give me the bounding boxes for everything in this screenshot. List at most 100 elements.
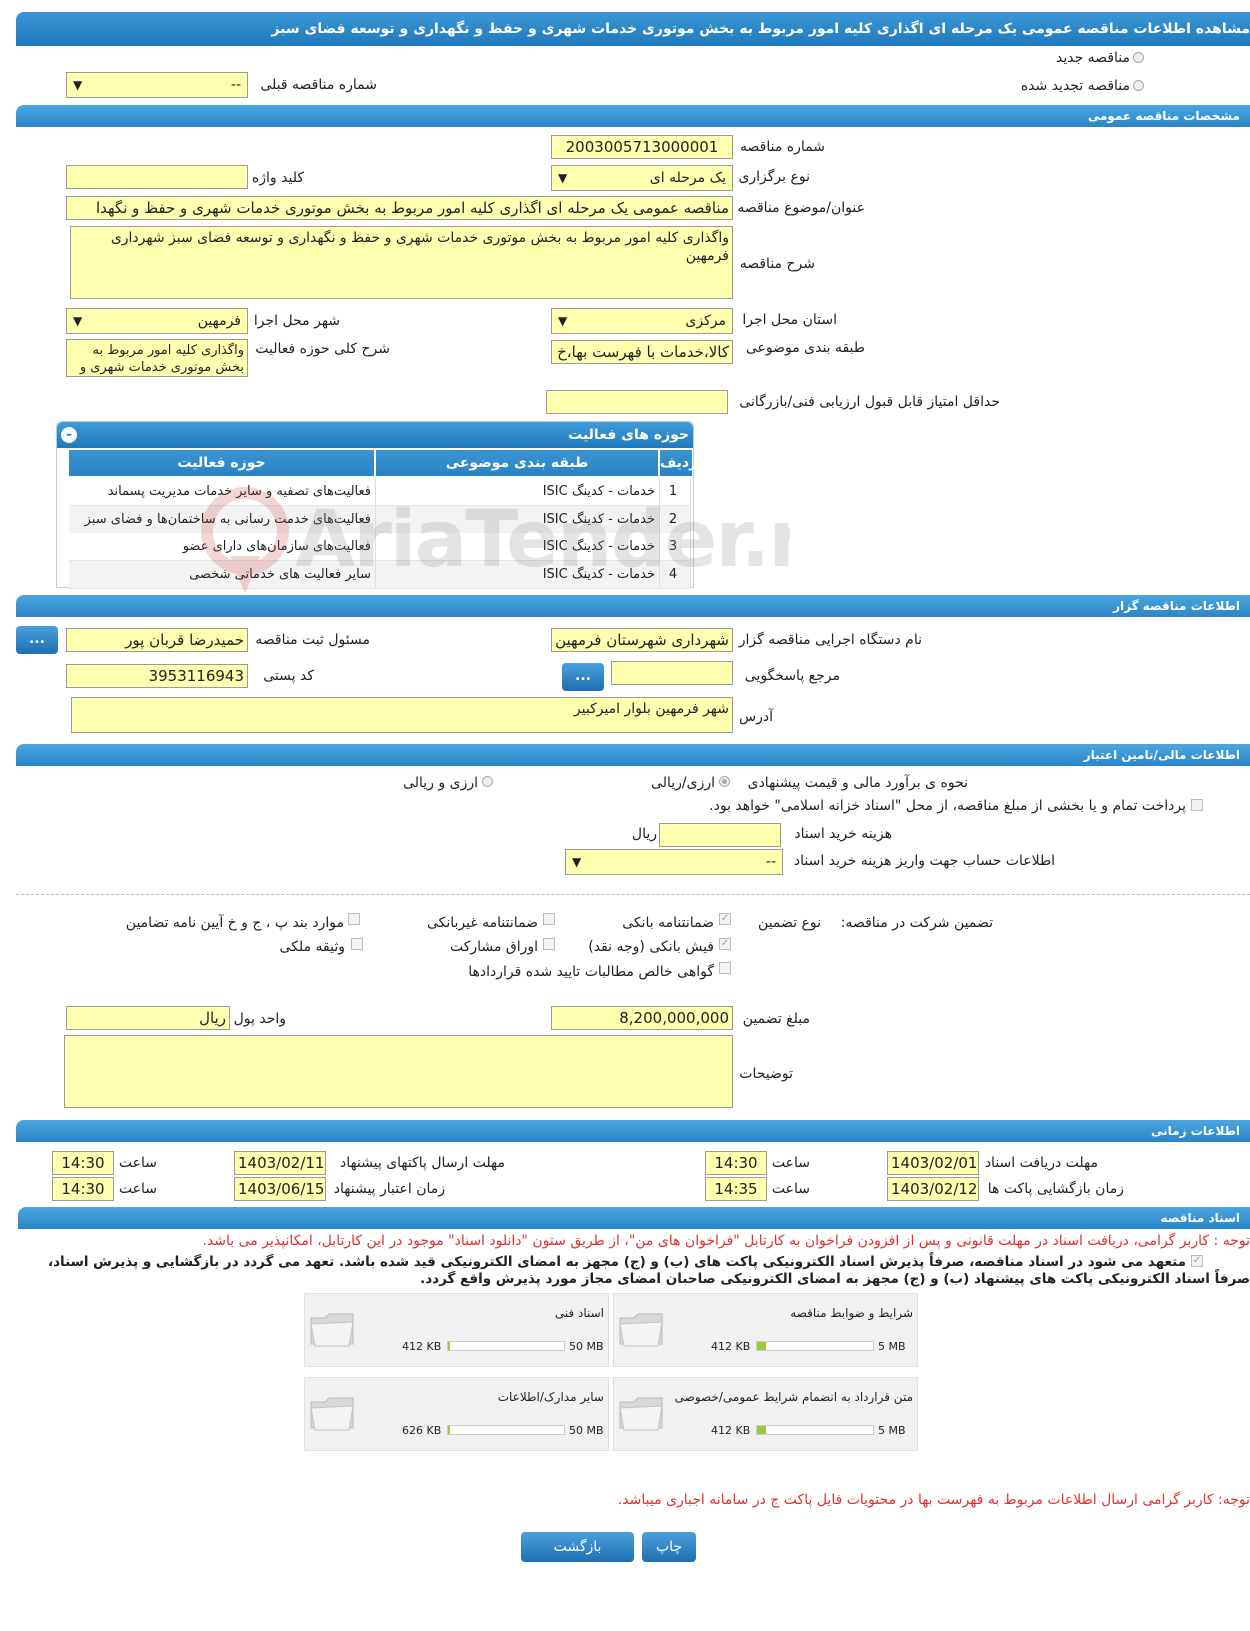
prev-number-select[interactable]: -- ▼ — [66, 72, 248, 98]
claims-certificate-checkbox[interactable] — [719, 962, 731, 974]
chevron-down-icon: ▼ — [73, 78, 83, 92]
opening-time[interactable]: 14:35 — [705, 1177, 767, 1201]
submit-deadline-label: مهلت ارسال پاکتهای پیشنهاد — [339, 1155, 505, 1171]
doc-deadline-time[interactable]: 14:30 — [705, 1151, 767, 1175]
bank-receipt-checkbox[interactable]: ✓ — [719, 938, 731, 950]
document-item[interactable]: اسناد فنی 412 KB 50 MB — [304, 1293, 609, 1367]
amount-field[interactable]: 8,200,000,000 — [551, 1006, 733, 1030]
account-select[interactable]: -- ▼ — [565, 849, 783, 875]
activity-area-cell: فعالیت‌های خدمت رسانی به ساختمان‌ها و فض… — [69, 505, 376, 533]
keyword-field[interactable] — [66, 165, 248, 189]
row-number-cell: 1 — [660, 478, 691, 505]
non-bank-guarantee-checkbox[interactable] — [543, 913, 555, 925]
pledge-checkbox[interactable]: ✓ — [1191, 1255, 1203, 1267]
treasury-checkbox[interactable] — [1191, 799, 1203, 811]
participation-bonds-label: اوراق مشارکت — [449, 939, 538, 955]
estimate-fx-radio[interactable] — [482, 776, 493, 787]
min-score-field[interactable] — [546, 390, 728, 414]
doc-deadline-date[interactable]: 1403/02/01 — [887, 1151, 979, 1175]
section-timing: اطلاعات زمانی — [16, 1120, 1250, 1142]
opening-label: زمان بازگشایی پاکت ها — [987, 1181, 1124, 1197]
renewed-tender-radio[interactable] — [1133, 80, 1144, 91]
account-value: -- — [765, 854, 776, 870]
reference-field[interactable] — [611, 661, 733, 685]
section-general-title: مشخصات مناقصه عمومی — [1087, 109, 1240, 123]
notes-field[interactable] — [64, 1035, 733, 1108]
new-tender-radio[interactable] — [1133, 52, 1144, 63]
activity-desc-label: شرح کلی حوزه فعالیت — [255, 341, 390, 357]
participation-bonds-checkbox[interactable] — [543, 938, 555, 950]
activity-desc-field[interactable]: واگذاری کلیه امور مربوط به بخش موتوری خد… — [66, 339, 248, 377]
estimate-rial-radio[interactable] — [719, 776, 730, 787]
section-finance-title: اطلاعات مالی/تامین اعتبار — [1083, 748, 1240, 762]
category-cell: خدمات - کدینگ ISIC — [376, 560, 660, 588]
document-item[interactable]: سایر مدارک/اطلاعات 626 KB 50 MB — [304, 1377, 609, 1451]
document-name: سایر مدارک/اطلاعات — [497, 1390, 604, 1404]
address-field[interactable]: شهر فرمهین بلوار امیرکبیر — [71, 697, 733, 733]
bank-guarantee-checkbox[interactable]: ✓ — [719, 913, 731, 925]
account-label: اطلاعات حساب جهت واریز هزینه خرید اسناد — [793, 853, 1055, 869]
responsible-field[interactable]: حمیدرضا قربان پور — [66, 628, 248, 652]
postal-field[interactable]: 3953116943 — [66, 664, 248, 688]
org-field[interactable]: شهرداری شهرستان فرمهین — [551, 628, 733, 652]
document-item[interactable]: متن قرارداد به انضمام شرایط عمومی/خصوصی 4… — [613, 1377, 918, 1451]
postal-label: کد پستی — [263, 668, 314, 684]
description-field[interactable]: واگذاری کلیه امور مربوط به بخش موتوری خد… — [70, 226, 733, 299]
notes-label: توضیحات — [739, 1066, 793, 1082]
document-size-bar — [447, 1425, 565, 1435]
subject-field[interactable]: مناقصه عمومی یک مرحله ای اگذاری کلیه امو… — [66, 196, 733, 220]
currency-field[interactable]: ریال — [66, 1006, 230, 1030]
bank-receipt-label: فیش بانکی (وجه نقد) — [588, 939, 714, 955]
col-row-header: ردیف — [660, 450, 697, 476]
org-label: نام دستگاه اجرایی مناقصه گزار — [738, 632, 922, 648]
time-label: ساعت — [118, 1181, 157, 1197]
validity-time[interactable]: 14:30 — [52, 1177, 114, 1201]
back-button[interactable]: بازگشت — [521, 1532, 634, 1562]
submit-deadline-time[interactable]: 14:30 — [52, 1151, 114, 1175]
submit-deadline-date[interactable]: 1403/02/11 — [234, 1151, 326, 1175]
category-field[interactable]: کالا،خدمات با فهرست بها،خ — [551, 340, 733, 364]
table-row: 2 خدمات - کدینگ ISIC فعالیت‌های خدمت رسانی… — [69, 505, 691, 534]
property-deed-checkbox[interactable] — [351, 938, 363, 950]
regulation-items-checkbox[interactable] — [348, 913, 360, 925]
min-score-label: حداقل امتیاز قابل قبول ارزیابی فنی/بازرگ… — [739, 394, 1000, 410]
guarantee-type-label: نوع تضمین — [758, 915, 821, 931]
holding-type-select[interactable]: یک مرحله ای ▼ — [551, 165, 733, 191]
category-cell: خدمات - کدینگ ISIC — [376, 478, 660, 505]
doc-deadline-label: مهلت دریافت اسناد — [984, 1155, 1098, 1171]
documents-notice: توجه : کاربر گرامی، دریافت اسناد در مهلت… — [202, 1233, 1250, 1249]
section-organizer-title: اطلاعات مناقصه گزار — [1113, 599, 1240, 613]
validity-date[interactable]: 1403/06/15 — [234, 1177, 326, 1201]
time-label: ساعت — [771, 1155, 810, 1171]
responsible-lookup-button[interactable]: ... — [16, 626, 58, 654]
opening-date[interactable]: 1403/02/12 — [887, 1177, 979, 1201]
print-button[interactable]: چاپ — [642, 1532, 696, 1562]
bank-guarantee-label: ضمانتنامه بانکی — [622, 915, 714, 931]
subject-label: عنوان/موضوع مناقصه — [737, 200, 865, 216]
document-max-size: 5 MB — [878, 1340, 906, 1353]
reference-lookup-button[interactable]: ... — [562, 663, 604, 691]
province-value: مرکزی — [685, 313, 726, 329]
collapse-icon[interactable]: – — [61, 427, 77, 443]
city-select[interactable]: فرمهین ▼ — [66, 308, 248, 334]
responsible-label: مسئول ثبت مناقصه — [255, 632, 370, 648]
renewed-tender-label: مناقصه تجدید شده — [1020, 78, 1130, 94]
pledge-line-1: متعهد می شود در اسناد مناقصه، صرفاً پذیر… — [47, 1254, 1186, 1270]
category-label: طبقه بندی موضوعی — [745, 340, 865, 356]
activity-area-cell: سایر فعالیت های خدماتی شخصی — [69, 560, 376, 588]
document-name: متن قرارداد به انضمام شرایط عمومی/خصوصی — [674, 1390, 913, 1404]
estimate-fx-label: ارزی و ریالی — [403, 775, 478, 791]
amount-label: مبلغ تضمین — [742, 1011, 810, 1027]
document-size: 412 KB — [711, 1340, 751, 1353]
province-select[interactable]: مرکزی ▼ — [551, 308, 733, 334]
doc-fee-field[interactable] — [659, 823, 781, 847]
tender-number-field[interactable]: 2003005713000001 — [551, 135, 733, 159]
document-size-bar — [756, 1425, 874, 1435]
document-item[interactable]: شرایط و ضوابط مناقصه 412 KB 5 MB — [613, 1293, 918, 1367]
activities-table: حوزه های فعالیت – ردیف طبقه بندی موضوعی … — [56, 421, 697, 589]
keyword-label: کلید واژه — [251, 170, 304, 186]
doc-fee-label: هزینه خرید اسناد — [794, 826, 892, 842]
claims-certificate-label: گواهی خالص مطالبات تایید شده قراردادها — [468, 964, 714, 980]
section-finance: اطلاعات مالی/تامین اعتبار — [16, 744, 1250, 766]
document-size: 626 KB — [402, 1424, 442, 1437]
